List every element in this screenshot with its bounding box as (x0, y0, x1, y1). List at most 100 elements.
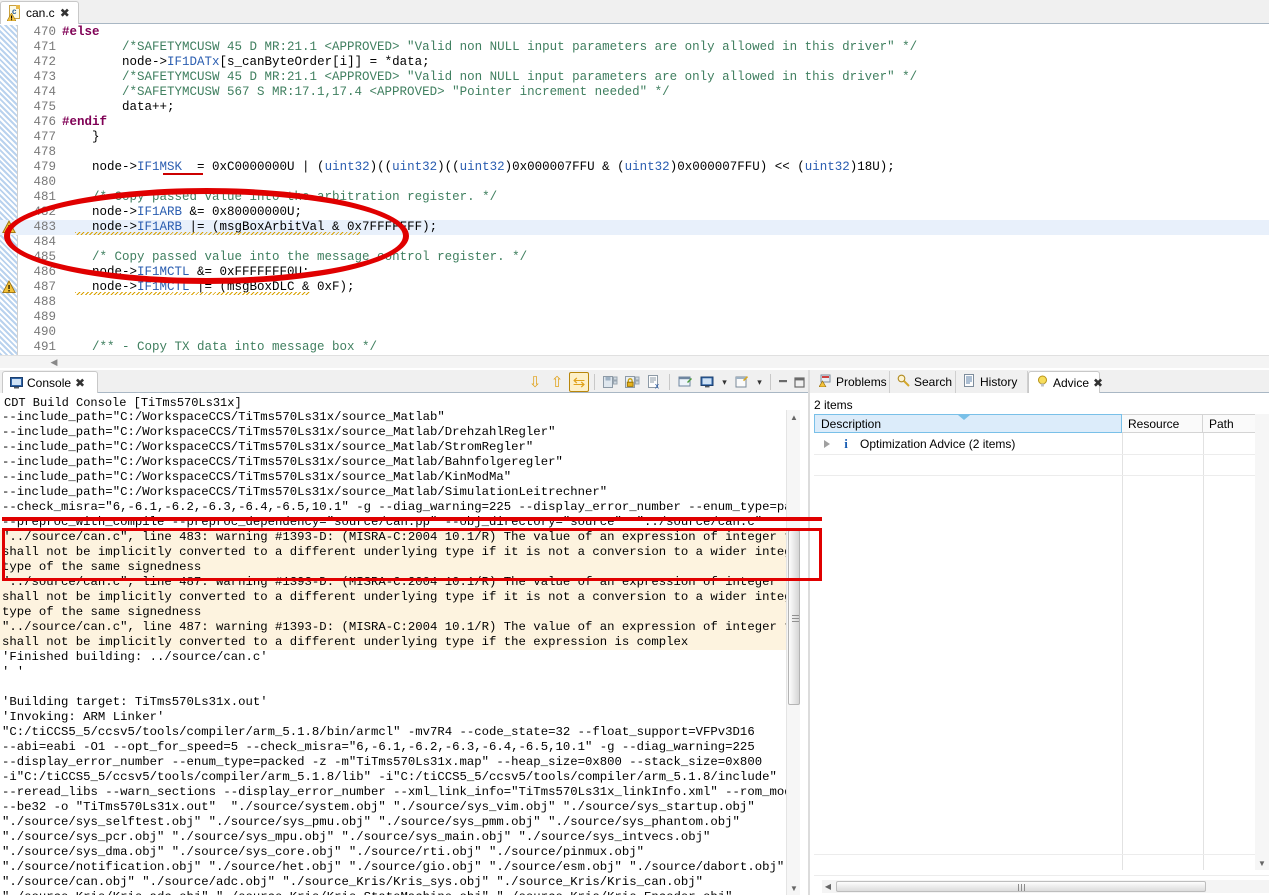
console-scroll-thumb[interactable] (788, 530, 800, 705)
code-line[interactable]: 474 /*SAFETYMCUSW 567 S MR:17.1,17.4 <AP… (0, 85, 1269, 100)
console-line: 'Finished building: ../source/can.c' (2, 650, 268, 664)
console-warning-line: "../source/can.c", line 487: warning #13… (0, 575, 793, 590)
warning-marker-icon[interactable] (2, 220, 16, 234)
code-text: /** - Copy TX data into message box */ (92, 340, 378, 354)
console-line: ' ' (2, 665, 25, 679)
console-line: --include_path="C:/WorkspaceCCS/TiTms570… (2, 425, 556, 439)
tab-label: Problems (836, 375, 887, 389)
sort-indicator-icon (958, 415, 970, 420)
maximize-icon[interactable] (792, 372, 806, 392)
editor-horizontal-scrollbar[interactable]: ◀ (0, 355, 1269, 368)
tab-history[interactable]: History (956, 371, 1028, 393)
console-warning-line: shall not be implicitly converted to a d… (0, 635, 793, 650)
console-icon (10, 377, 23, 389)
warning-squiggle (75, 232, 360, 235)
code-line[interactable]: 476 #endif (0, 115, 1269, 130)
code-text: node->IF1ARB &= 0x80000000U; (62, 205, 303, 219)
editor-code-area[interactable]: 470 #else 471 /*SAFETYMCUSW 45 D MR:21.1 <… (0, 25, 1269, 355)
lock-console-icon[interactable] (622, 372, 642, 392)
advice-horizontal-scrollbar[interactable]: ◀ (822, 880, 1269, 893)
line-number: 474 (33, 85, 56, 99)
code-line[interactable]: 491 /** - Copy TX data into message box … (0, 340, 1269, 355)
code-text: /*SAFETYMCUSW 45 D MR:21.1 <APPROVED> "V… (122, 70, 918, 84)
console-line: 'Invoking: ARM Linker' (2, 710, 165, 724)
code-line[interactable]: 484 (0, 235, 1269, 250)
console-view: Console ✖ ⇩ ⇧ ⇆ x ▾ ▾ CDT Build Console [TiTm… (0, 370, 808, 895)
scroll-left-icon[interactable]: ◀ (48, 357, 60, 368)
clear-console-icon[interactable]: x (644, 372, 664, 392)
code-text: /*SAFETYMCUSW 567 S MR:17.1,17.4 <APPROV… (122, 85, 670, 99)
console-line: "./source_Kris/Kris_adc.obj" "./source_K… (0, 890, 793, 895)
console-toolbar: ⇩ ⇧ ⇆ x ▾ ▾ (525, 371, 806, 393)
code-text: #else (62, 25, 100, 39)
history-icon (963, 374, 976, 390)
tab-console-label: Console (27, 375, 72, 390)
tab-problems[interactable]: Problems (812, 371, 890, 393)
code-line[interactable]: 480 (0, 175, 1269, 190)
scroll-lock-down-icon[interactable]: ⇩ (525, 372, 545, 392)
line-number: 478 (33, 145, 56, 159)
open-console-dropdown-icon[interactable]: ▾ (754, 372, 765, 392)
scroll-down-arrow-icon[interactable]: ▼ (787, 881, 801, 895)
scroll-left-arrow-icon[interactable]: ◀ (822, 881, 834, 892)
warning-marker-icon[interactable] (2, 280, 16, 294)
display-selected-console-icon[interactable] (697, 372, 717, 392)
line-number: 483 (33, 220, 56, 234)
c-source-file-icon: c (7, 5, 21, 21)
code-line[interactable]: 482 node->IF1ARB &= 0x80000000U; (0, 205, 1269, 220)
console-title: CDT Build Console [TiTms570Ls31x] (4, 396, 242, 410)
line-number: 476 (33, 115, 56, 129)
tab-label: Advice (1053, 375, 1090, 390)
console-line: --include_path="C:/WorkspaceCCS/TiTms570… (2, 470, 512, 484)
code-line[interactable]: 471 /*SAFETYMCUSW 45 D MR:21.1 <APPROVED… (0, 40, 1269, 55)
table-row[interactable]: i Optimization Advice (2 items) (814, 434, 1269, 454)
code-line[interactable]: 485 /* Copy passed value into the messag… (0, 250, 1269, 265)
expand-arrow-icon[interactable] (824, 440, 830, 448)
column-header-resource[interactable]: Resource (1122, 414, 1203, 433)
code-line[interactable]: 475 data++; (0, 100, 1269, 115)
code-line[interactable]: 490 (0, 325, 1269, 340)
warning-badge-icon (7, 13, 16, 21)
scroll-up-icon[interactable]: ⇧ (547, 372, 567, 392)
tab-search[interactable]: Search (890, 371, 956, 393)
scroll-up-arrow-icon[interactable]: ▲ (787, 410, 801, 424)
console-line: --include_path="C:/WorkspaceCCS/TiTms570… (2, 440, 534, 454)
console-vertical-scrollbar[interactable]: ▲ ▼ (786, 410, 800, 895)
save-console-icon[interactable] (600, 372, 620, 392)
code-line[interactable]: 478 (0, 145, 1269, 160)
code-line[interactable]: 477 } (0, 130, 1269, 145)
code-line[interactable]: 472 node->IF1DATx[s_canByteOrder[i]] = *… (0, 55, 1269, 70)
line-number: 477 (33, 130, 56, 144)
advice-hscroll-thumb[interactable] (836, 881, 1206, 892)
display-selected-console-dropdown-icon[interactable]: ▾ (719, 372, 730, 392)
code-line[interactable]: 470 #else (0, 25, 1269, 40)
line-number: 480 (33, 175, 56, 189)
console-line: --abi=eabi -O1 --opt_for_speed=5 --check… (2, 740, 755, 754)
close-icon[interactable]: ✖ (75, 377, 85, 389)
console-line: "C:/tiCCS5_5/ccsv5/tools/compiler/arm_5.… (2, 725, 755, 739)
close-icon[interactable]: ✖ (60, 7, 70, 19)
new-console-view-icon[interactable] (675, 372, 695, 392)
pin-console-icon[interactable]: ⇆ (569, 372, 589, 392)
code-line[interactable]: 481 /* Copy passed value into the arbitr… (0, 190, 1269, 205)
tab-advice[interactable]: Advice ✖ (1028, 371, 1103, 393)
toolbar-separator (666, 372, 673, 392)
code-line[interactable]: 488 (0, 295, 1269, 310)
code-text: } (62, 130, 100, 144)
console-warning-line: type of the same signedness (0, 560, 793, 575)
open-console-icon[interactable] (732, 372, 752, 392)
tab-console[interactable]: Console ✖ (2, 371, 98, 393)
code-line[interactable]: 473 /*SAFETYMCUSW 45 D MR:21.1 <APPROVED… (0, 70, 1269, 85)
scroll-down-arrow-icon[interactable]: ▼ (1255, 856, 1269, 870)
close-icon[interactable]: ✖ (1093, 377, 1103, 389)
console-warning-line: "../source/can.c", line 487: warning #13… (0, 620, 793, 635)
minimize-icon[interactable] (776, 372, 790, 392)
tab-label: History (980, 375, 1018, 389)
console-line: --check_misra="6,-6.1,-6.2,-6.3,-6.4,-6.… (2, 500, 793, 514)
editor-tab-can-c[interactable]: c can.c ✖ (0, 1, 79, 24)
advice-vertical-scrollbar[interactable]: ▼ (1255, 414, 1269, 870)
console-line: --include_path="C:/WorkspaceCCS/TiTms570… (2, 410, 445, 424)
code-line[interactable]: 489 (0, 310, 1269, 325)
console-output[interactable]: --include_path="C:/WorkspaceCCS/TiTms570… (0, 410, 793, 895)
console-line: "./source/sys_pcr.obj" "./source/sys_mpu… (2, 830, 711, 844)
